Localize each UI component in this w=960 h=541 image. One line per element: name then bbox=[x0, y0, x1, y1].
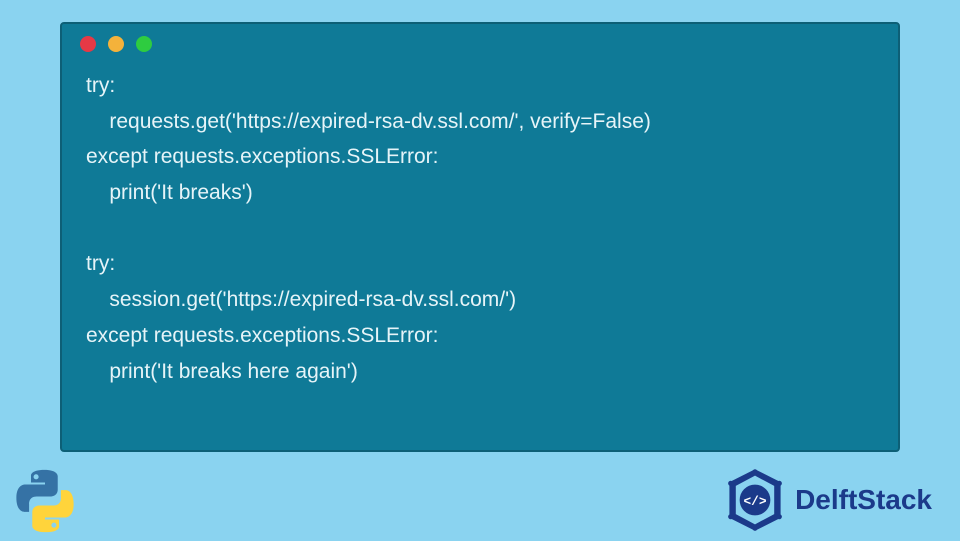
svg-text:</>: </> bbox=[744, 494, 767, 509]
window-close-dot bbox=[80, 36, 96, 52]
delftstack-logo-icon: </> bbox=[723, 468, 787, 532]
brand-name: DelftStack bbox=[795, 484, 932, 516]
code-window: try: requests.get('https://expired-rsa-d… bbox=[60, 22, 900, 452]
window-maximize-dot bbox=[136, 36, 152, 52]
window-minimize-dot bbox=[108, 36, 124, 52]
window-titlebar-dots bbox=[62, 36, 898, 62]
python-logo-icon bbox=[10, 466, 80, 536]
code-block: try: requests.get('https://expired-rsa-d… bbox=[62, 62, 898, 389]
branding: </> DelftStack bbox=[723, 468, 932, 532]
